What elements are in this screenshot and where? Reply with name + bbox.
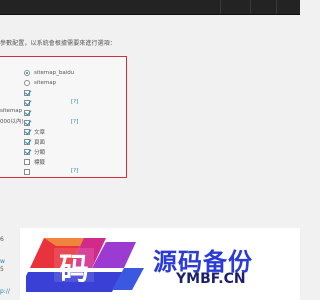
option-row: 頁面 — [24, 137, 45, 147]
setting-label-sitemap: sitemap — [0, 108, 23, 114]
checkbox[interactable] — [24, 129, 30, 135]
topbar-item[interactable] — [250, 0, 275, 14]
option-label: 頁面 — [34, 140, 46, 146]
checkbox[interactable] — [24, 120, 30, 126]
help-link[interactable]: [?] — [71, 119, 78, 125]
left-link-w[interactable]: w — [0, 258, 5, 265]
option-label: sitemap — [34, 80, 57, 86]
option-row: 標籤 — [24, 157, 45, 167]
option-label: 標籤 — [34, 160, 46, 166]
option-row — [24, 98, 34, 108]
option-row — [24, 108, 34, 118]
option-row: 文章 — [24, 127, 45, 137]
settings-intro-text: 參數配置，以系統會根據需要來進行選項： — [0, 40, 116, 47]
watermark-logo: 码 — [26, 238, 144, 292]
option-label: 文章 — [34, 130, 46, 136]
left-link-url[interactable]: p:// — [0, 288, 10, 295]
option-row — [24, 167, 34, 177]
option-row: 分類 — [24, 147, 45, 157]
option-label: 分類 — [34, 150, 46, 156]
topbar-item[interactable] — [220, 0, 245, 14]
watermark-logo-glyph: 码 — [59, 252, 89, 287]
checkbox[interactable] — [24, 110, 30, 116]
checkbox[interactable] — [24, 169, 30, 175]
help-link[interactable]: [?] — [71, 168, 78, 174]
checkbox[interactable] — [24, 90, 30, 96]
topbar-item[interactable] — [276, 0, 301, 14]
left-number: 5 — [0, 266, 4, 273]
option-row — [24, 88, 34, 98]
admin-topbar — [0, 0, 300, 15]
checkbox[interactable] — [24, 100, 30, 106]
left-number: 6 — [0, 236, 4, 243]
option-row: sitemap — [24, 78, 56, 88]
option-row: sitemap_baidu — [24, 68, 74, 78]
checkbox[interactable] — [24, 159, 30, 165]
checkbox[interactable] — [24, 149, 30, 155]
option-label: sitemap_baidu — [34, 70, 75, 76]
radio-button[interactable] — [24, 70, 30, 76]
checkbox[interactable] — [24, 139, 30, 145]
setting-label-limit: 000以內) — [0, 119, 24, 125]
radio-button[interactable] — [24, 80, 30, 86]
help-link[interactable]: [?] — [71, 99, 78, 105]
watermark-subtitle: YMBF.CN — [176, 271, 246, 287]
